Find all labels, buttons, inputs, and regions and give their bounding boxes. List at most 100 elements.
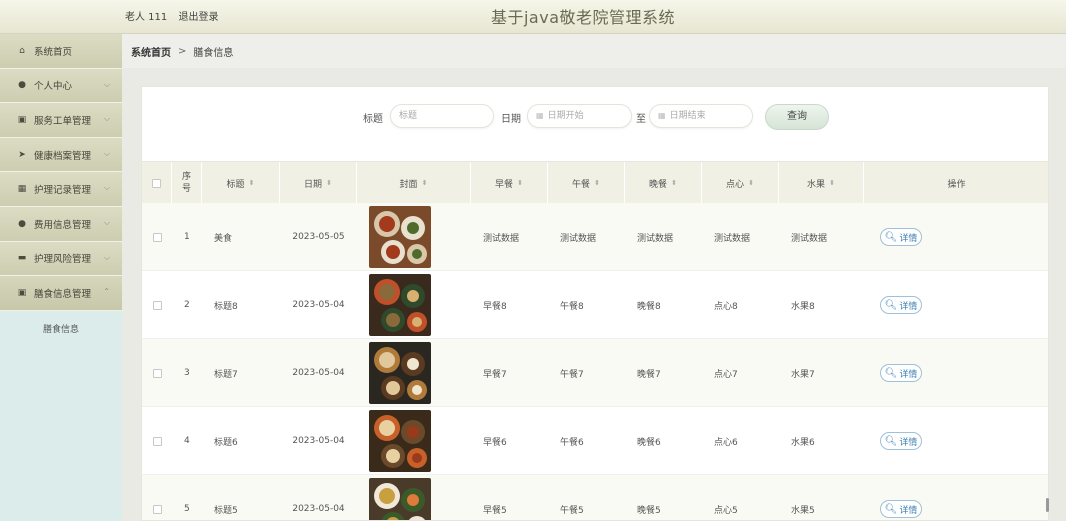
detail-button[interactable]: 🔍︎ 详情	[880, 500, 922, 518]
detail-button[interactable]: 🔍︎ 详情	[880, 364, 922, 382]
user-icon: ●	[18, 218, 26, 229]
send-icon: ➤	[18, 149, 26, 160]
food-photo-image	[369, 342, 431, 404]
row-checkbox[interactable]	[152, 232, 162, 242]
sidebar-menu: ⌂ 系统首页 ● 个人中心 ⌵ ▣ 服务工单管理 ⌵ ➤ 健康档案管理 ⌵ ▦ 护理记录管理 ⌵ ● 费用信息…	[0, 34, 122, 311]
sidebar-item-5[interactable]: ● 费用信息管理 ⌵	[0, 206, 122, 242]
detail-button[interactable]: 🔍︎ 详情	[880, 228, 922, 246]
cell-title: 标题5	[214, 505, 238, 516]
row-select-cell	[142, 339, 172, 407]
cell-lunch: 午餐6	[560, 437, 584, 448]
header-dinner[interactable]: 晚餐 ⬍	[625, 162, 702, 204]
cell-seq: 3	[184, 368, 190, 378]
row-checkbox[interactable]	[152, 300, 162, 310]
food-thumbnail[interactable]	[369, 342, 431, 404]
cell-snack: 点心8	[714, 301, 738, 312]
cell-title: 标题8	[214, 301, 238, 312]
cell-cover	[369, 271, 431, 339]
sidebar-item-6[interactable]: ▬ 护理风险管理 ⌵	[0, 241, 122, 277]
food-photo-image	[369, 274, 431, 336]
chevron-icon: ⌵	[103, 217, 110, 227]
sidebar: ⌂ 系统首页 ● 个人中心 ⌵ ▣ 服务工单管理 ⌵ ➤ 健康档案管理 ⌵ ▦ 护理记录管理 ⌵ ● 费用信息…	[0, 34, 122, 521]
detail-button-label: 详情	[899, 437, 918, 448]
sidebar-item-3[interactable]: ➤ 健康档案管理 ⌵	[0, 137, 122, 173]
sidebar-item-label: 系统首页	[34, 46, 73, 58]
table-row: 2 标题8 2023-05-04 早餐8 午餐8 晚餐8 点心8 水果8 🔍︎ 详情	[142, 271, 1048, 339]
sort-icon: ⬍	[829, 179, 835, 187]
sidebar-item-label: 服务工单管理	[34, 115, 92, 127]
cell-date: 2023-05-04	[292, 504, 345, 514]
header-date-label: 日期	[304, 179, 323, 190]
cell-seq: 4	[184, 436, 190, 446]
detail-button[interactable]: 🔍︎ 详情	[880, 296, 922, 314]
cell-actions: 🔍︎ 详情	[880, 407, 940, 475]
query-button[interactable]: 查询	[765, 104, 829, 130]
row-checkbox[interactable]	[152, 368, 162, 378]
search-icon: 🔍︎	[884, 503, 898, 515]
detail-button-label: 详情	[899, 505, 918, 516]
sidebar-item-label: 个人中心	[34, 81, 73, 93]
cell-date: 2023-05-04	[292, 368, 345, 378]
cell-seq: 1	[184, 232, 190, 242]
grid-icon: ▦	[17, 184, 27, 195]
date-end-input[interactable]: ▦ 日期结束	[649, 104, 753, 128]
date-start-placeholder: 日期开始	[547, 111, 584, 121]
table-header: 序 号 标题 ⬍ 日期 ⬍ 封面 ⬍ 早餐 ⬍ 午餐 ⬍ 晚餐 ⬍ 点心 ⬍ 水…	[142, 161, 1048, 204]
header-cover[interactable]: 封面 ⬍	[357, 162, 471, 204]
row-checkbox[interactable]	[152, 436, 162, 446]
date-end-placeholder: 日期结束	[669, 111, 706, 121]
submenu-diet: 膳食信息	[0, 310, 122, 346]
chevron-icon: ⌵	[103, 252, 110, 262]
sidebar-item-4[interactable]: ▦ 护理记录管理 ⌵	[0, 172, 122, 207]
checkbox-icon: ▣	[17, 287, 27, 298]
sort-icon: ⬍	[248, 179, 255, 187]
cell-fruit: 水果8	[791, 301, 815, 312]
chevron-icon: ⌵	[103, 79, 110, 89]
calendar-icon: ▦	[658, 111, 666, 120]
header-date[interactable]: 日期 ⬍	[280, 162, 357, 204]
table-row: 5 标题5 2023-05-04 早餐5 午餐5 晚餐5 点心5 水果5 🔍︎ 详情	[142, 475, 1048, 520]
header-fruit[interactable]: 水果 ⬍	[779, 162, 864, 204]
sidebar-item-2[interactable]: ▣ 服务工单管理 ⌵	[0, 103, 122, 138]
header-breakfast-label: 早餐	[495, 179, 514, 190]
select-all-header	[142, 162, 172, 204]
header-breakfast[interactable]: 早餐 ⬍	[471, 162, 548, 204]
select-all-checkbox[interactable]	[152, 178, 161, 188]
header-title[interactable]: 标题 ⬍	[202, 162, 280, 204]
to-label: 至	[636, 114, 646, 125]
sidebar-item-label: 护理风险管理	[34, 254, 92, 266]
cell-lunch: 测试数据	[560, 233, 597, 244]
header-snack[interactable]: 点心 ⬍	[702, 162, 779, 204]
breadcrumb-home[interactable]: 系统首页	[131, 44, 171, 59]
food-thumbnail[interactable]	[369, 478, 431, 520]
sort-icon: ⬍	[671, 179, 677, 187]
header-lunch[interactable]: 午餐 ⬍	[548, 162, 625, 204]
clipboard-icon: ▣	[17, 114, 27, 125]
chevron-icon: ⌵	[103, 148, 110, 158]
food-thumbnail[interactable]	[369, 206, 431, 268]
header-lunch-label: 午餐	[572, 179, 591, 190]
sidebar-item-7[interactable]: ▣ 膳食信息管理 ⌃	[0, 276, 122, 311]
title-search-input[interactable]: 标题	[390, 104, 494, 128]
food-thumbnail[interactable]	[369, 274, 431, 336]
sidebar-item-1[interactable]: ● 个人中心 ⌵	[0, 68, 122, 104]
date-start-input[interactable]: ▦ 日期开始	[527, 104, 632, 128]
cell-fruit: 水果7	[791, 369, 815, 380]
sidebar-item-label: 健康档案管理	[34, 150, 92, 162]
cell-breakfast: 早餐7	[483, 369, 507, 380]
row-select-cell	[142, 203, 172, 271]
row-checkbox[interactable]	[152, 504, 162, 514]
submenu-item-diet-info[interactable]: 膳食信息	[0, 319, 122, 338]
briefcase-icon: ▬	[17, 253, 27, 264]
top-header: 老人 111 退出登录 基于java敬老院管理系统	[0, 0, 1066, 34]
header-actions-label: 操作	[947, 179, 966, 190]
food-thumbnail[interactable]	[369, 410, 431, 472]
date-label: 日期	[501, 114, 521, 125]
sort-icon: ⬍	[421, 179, 428, 187]
header-snack-label: 点心	[726, 179, 745, 190]
sidebar-item-0[interactable]: ⌂ 系统首页	[0, 34, 122, 69]
header-actions: 操作	[864, 162, 1048, 204]
page-scrollbar[interactable]	[1046, 498, 1049, 512]
detail-button[interactable]: 🔍︎ 详情	[880, 432, 922, 450]
title-label: 标题	[363, 114, 383, 125]
